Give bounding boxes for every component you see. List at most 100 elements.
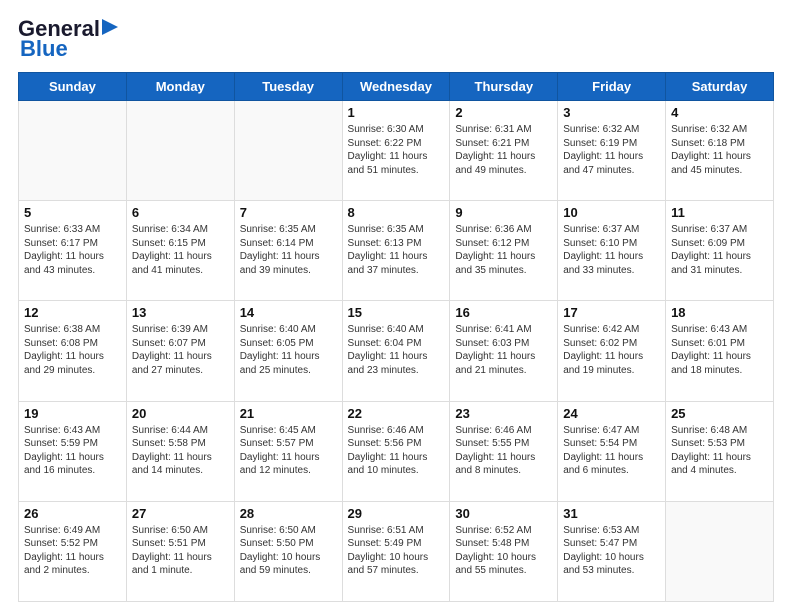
day-number: 20 [132,406,229,421]
logo-arrow-icon [102,17,124,37]
cell-text: Sunrise: 6:32 AM Sunset: 6:18 PM Dayligh… [671,123,768,177]
calendar-cell: 21 Sunrise: 6:45 AM Sunset: 5:57 PM Dayli… [234,401,342,501]
calendar-cell: 18 Sunrise: 6:43 AM Sunset: 6:01 PM Dayli… [666,301,774,401]
cell-text: Sunrise: 6:53 AM Sunset: 5:47 PM Dayligh… [563,524,660,578]
day-number: 5 [24,205,121,220]
calendar-cell: 15Sunrise: 6:40 AM Sunset: 6:04 PM Dayli… [342,301,450,401]
calendar-cell [126,101,234,201]
cell-text: Sunrise: 6:38 AM Sunset: 6:08 PM Dayligh… [24,323,121,377]
calendar-cell: 24 Sunrise: 6:47 AM Sunset: 5:54 PM Dayli… [558,401,666,501]
calendar-cell: 5 Sunrise: 6:33 AM Sunset: 6:17 PM Daylig… [19,201,127,301]
cell-text: Sunrise: 6:43 AM Sunset: 6:01 PM Dayligh… [671,323,768,377]
day-number: 8 [348,205,445,220]
calendar-cell: 1 Sunrise: 6:30 AM Sunset: 6:22 PM Daylig… [342,101,450,201]
cell-text: Sunrise: 6:45 AM Sunset: 5:57 PM Dayligh… [240,424,337,478]
calendar-cell: 3Sunrise: 6:32 AM Sunset: 6:19 PM Daylig… [558,101,666,201]
calendar-table: SundayMondayTuesdayWednesdayThursdayFrid… [18,72,774,602]
calendar-cell: 8 Sunrise: 6:35 AM Sunset: 6:13 PM Daylig… [342,201,450,301]
cell-text: Sunrise: 6:33 AM Sunset: 6:17 PM Dayligh… [24,223,121,277]
week-row-1: 1 Sunrise: 6:30 AM Sunset: 6:22 PM Daylig… [19,101,774,201]
day-number: 11 [671,205,768,220]
cell-text: Sunrise: 6:44 AM Sunset: 5:58 PM Dayligh… [132,424,229,478]
cell-text: Sunrise: 6:43 AM Sunset: 5:59 PM Dayligh… [24,424,121,478]
calendar-cell: 11 Sunrise: 6:37 AM Sunset: 6:09 PM Dayli… [666,201,774,301]
day-number: 13 [132,305,229,320]
calendar-cell: 23 Sunrise: 6:46 AM Sunset: 5:55 PM Dayli… [450,401,558,501]
day-number: 30 [455,506,552,521]
calendar-cell: 17Sunrise: 6:42 AM Sunset: 6:02 PM Dayli… [558,301,666,401]
day-number: 12 [24,305,121,320]
day-number: 27 [132,506,229,521]
weekday-header-monday: Monday [126,73,234,101]
calendar-cell: 31 Sunrise: 6:53 AM Sunset: 5:47 PM Dayli… [558,501,666,601]
cell-text: Sunrise: 6:39 AM Sunset: 6:07 PM Dayligh… [132,323,229,377]
logo-blue: Blue [20,36,68,61]
logo: General Blue [18,18,124,62]
cell-text: Sunrise: 6:40 AM Sunset: 6:05 PM Dayligh… [240,323,337,377]
calendar-cell: 14 Sunrise: 6:40 AM Sunset: 6:05 PM Dayli… [234,301,342,401]
day-number: 10 [563,205,660,220]
calendar-cell: 20 Sunrise: 6:44 AM Sunset: 5:58 PM Dayli… [126,401,234,501]
day-number: 18 [671,305,768,320]
day-number: 2 [455,105,552,120]
calendar-cell: 9 Sunrise: 6:36 AM Sunset: 6:12 PM Daylig… [450,201,558,301]
day-number: 28 [240,506,337,521]
calendar-cell: 29 Sunrise: 6:51 AM Sunset: 5:49 PM Dayli… [342,501,450,601]
page: General Blue SundayMondayTuesdayWednesda… [0,0,792,612]
day-number: 23 [455,406,552,421]
calendar-cell: 22 Sunrise: 6:46 AM Sunset: 5:56 PM Dayli… [342,401,450,501]
day-number: 24 [563,406,660,421]
calendar-cell: 26Sunrise: 6:49 AM Sunset: 5:52 PM Dayli… [19,501,127,601]
day-number: 17 [563,305,660,320]
day-number: 19 [24,406,121,421]
cell-text: Sunrise: 6:49 AM Sunset: 5:52 PM Dayligh… [24,524,121,578]
calendar-cell [666,501,774,601]
header: General Blue [18,18,774,62]
cell-text: Sunrise: 6:47 AM Sunset: 5:54 PM Dayligh… [563,424,660,478]
calendar-cell: 19 Sunrise: 6:43 AM Sunset: 5:59 PM Dayli… [19,401,127,501]
cell-text: Sunrise: 6:35 AM Sunset: 6:14 PM Dayligh… [240,223,337,277]
day-number: 25 [671,406,768,421]
day-number: 7 [240,205,337,220]
calendar-cell: 7 Sunrise: 6:35 AM Sunset: 6:14 PM Daylig… [234,201,342,301]
calendar-cell [234,101,342,201]
cell-text: Sunrise: 6:32 AM Sunset: 6:19 PM Dayligh… [563,123,660,177]
weekday-header-row: SundayMondayTuesdayWednesdayThursdayFrid… [19,73,774,101]
cell-text: Sunrise: 6:48 AM Sunset: 5:53 PM Dayligh… [671,424,768,478]
weekday-header-tuesday: Tuesday [234,73,342,101]
day-number: 29 [348,506,445,521]
day-number: 16 [455,305,552,320]
cell-text: Sunrise: 6:41 AM Sunset: 6:03 PM Dayligh… [455,323,552,377]
cell-text: Sunrise: 6:50 AM Sunset: 5:50 PM Dayligh… [240,524,337,578]
cell-text: Sunrise: 6:30 AM Sunset: 6:22 PM Dayligh… [348,123,445,177]
weekday-header-thursday: Thursday [450,73,558,101]
day-number: 22 [348,406,445,421]
day-number: 14 [240,305,337,320]
cell-text: Sunrise: 6:35 AM Sunset: 6:13 PM Dayligh… [348,223,445,277]
cell-text: Sunrise: 6:46 AM Sunset: 5:56 PM Dayligh… [348,424,445,478]
weekday-header-saturday: Saturday [666,73,774,101]
week-row-2: 5 Sunrise: 6:33 AM Sunset: 6:17 PM Daylig… [19,201,774,301]
calendar-cell: 10Sunrise: 6:37 AM Sunset: 6:10 PM Dayli… [558,201,666,301]
cell-text: Sunrise: 6:51 AM Sunset: 5:49 PM Dayligh… [348,524,445,578]
calendar-cell: 4Sunrise: 6:32 AM Sunset: 6:18 PM Daylig… [666,101,774,201]
cell-text: Sunrise: 6:34 AM Sunset: 6:15 PM Dayligh… [132,223,229,277]
calendar-cell: 13 Sunrise: 6:39 AM Sunset: 6:07 PM Dayli… [126,301,234,401]
calendar-cell: 16 Sunrise: 6:41 AM Sunset: 6:03 PM Dayli… [450,301,558,401]
cell-text: Sunrise: 6:31 AM Sunset: 6:21 PM Dayligh… [455,123,552,177]
calendar-cell: 27Sunrise: 6:50 AM Sunset: 5:51 PM Dayli… [126,501,234,601]
calendar-cell [19,101,127,201]
day-number: 31 [563,506,660,521]
day-number: 9 [455,205,552,220]
weekday-header-friday: Friday [558,73,666,101]
day-number: 21 [240,406,337,421]
cell-text: Sunrise: 6:37 AM Sunset: 6:09 PM Dayligh… [671,223,768,277]
weekday-header-wednesday: Wednesday [342,73,450,101]
weekday-header-sunday: Sunday [19,73,127,101]
calendar-cell: 30Sunrise: 6:52 AM Sunset: 5:48 PM Dayli… [450,501,558,601]
week-row-4: 19 Sunrise: 6:43 AM Sunset: 5:59 PM Dayli… [19,401,774,501]
cell-text: Sunrise: 6:36 AM Sunset: 6:12 PM Dayligh… [455,223,552,277]
cell-text: Sunrise: 6:46 AM Sunset: 5:55 PM Dayligh… [455,424,552,478]
calendar-cell: 28 Sunrise: 6:50 AM Sunset: 5:50 PM Dayli… [234,501,342,601]
day-number: 1 [348,105,445,120]
